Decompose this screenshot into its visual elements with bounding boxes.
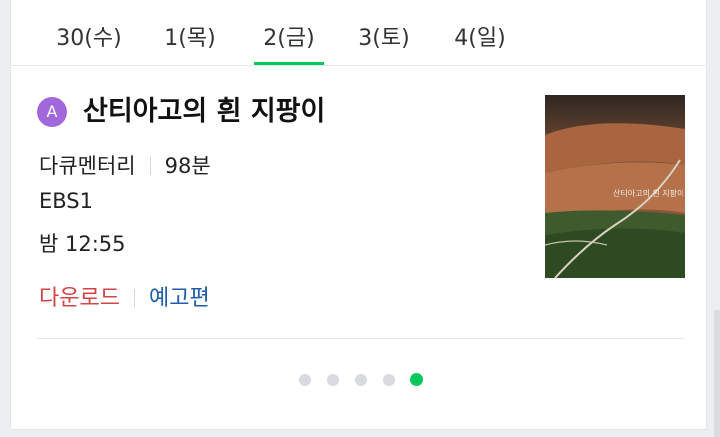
- program-duration: 98분: [164, 154, 211, 178]
- pagination-dot-4[interactable]: [383, 374, 395, 386]
- tab-date-2[interactable]: 2(금): [254, 20, 324, 65]
- pagination-dot-5[interactable]: [410, 373, 423, 386]
- schedule-card: 30(수) 1(목) 2(금) 3(토) 4(일) A 산티아고의 흰 지팡이 …: [10, 0, 707, 430]
- trailer-link[interactable]: 예고편: [149, 286, 210, 311]
- program-links: 다운로드 예고편: [39, 280, 210, 312]
- tab-date-4[interactable]: 4(일): [447, 20, 513, 65]
- rating-badge: A: [37, 97, 67, 127]
- card-divider: [37, 338, 684, 339]
- tab-date-1[interactable]: 1(목): [158, 20, 222, 65]
- program-title[interactable]: 산티아고의 흰 지팡이: [83, 94, 325, 130]
- date-tabs: 30(수) 1(목) 2(금) 3(토) 4(일): [11, 0, 706, 66]
- link-separator: [133, 289, 135, 307]
- scrollbar[interactable]: [714, 310, 720, 437]
- tab-date-3[interactable]: 3(토): [351, 20, 417, 65]
- download-link[interactable]: 다운로드: [39, 286, 120, 311]
- program-channel: EBS1: [39, 189, 93, 213]
- program-meta: 다큐멘터리 98분: [39, 150, 211, 180]
- pagination-dot-3[interactable]: [355, 374, 367, 386]
- pagination-dot-1[interactable]: [299, 374, 311, 386]
- program-poster[interactable]: 산티아고의 흰 지팡이: [545, 95, 685, 278]
- pagination-dot-2[interactable]: [327, 374, 339, 386]
- meta-separator: [149, 157, 151, 175]
- poster-image: [545, 95, 685, 278]
- program-airtime: 밤 12:55: [39, 232, 126, 256]
- program-genre: 다큐멘터리: [39, 154, 136, 178]
- poster-title: 산티아고의 흰 지팡이: [613, 189, 683, 198]
- tab-date-30[interactable]: 30(수): [51, 20, 127, 65]
